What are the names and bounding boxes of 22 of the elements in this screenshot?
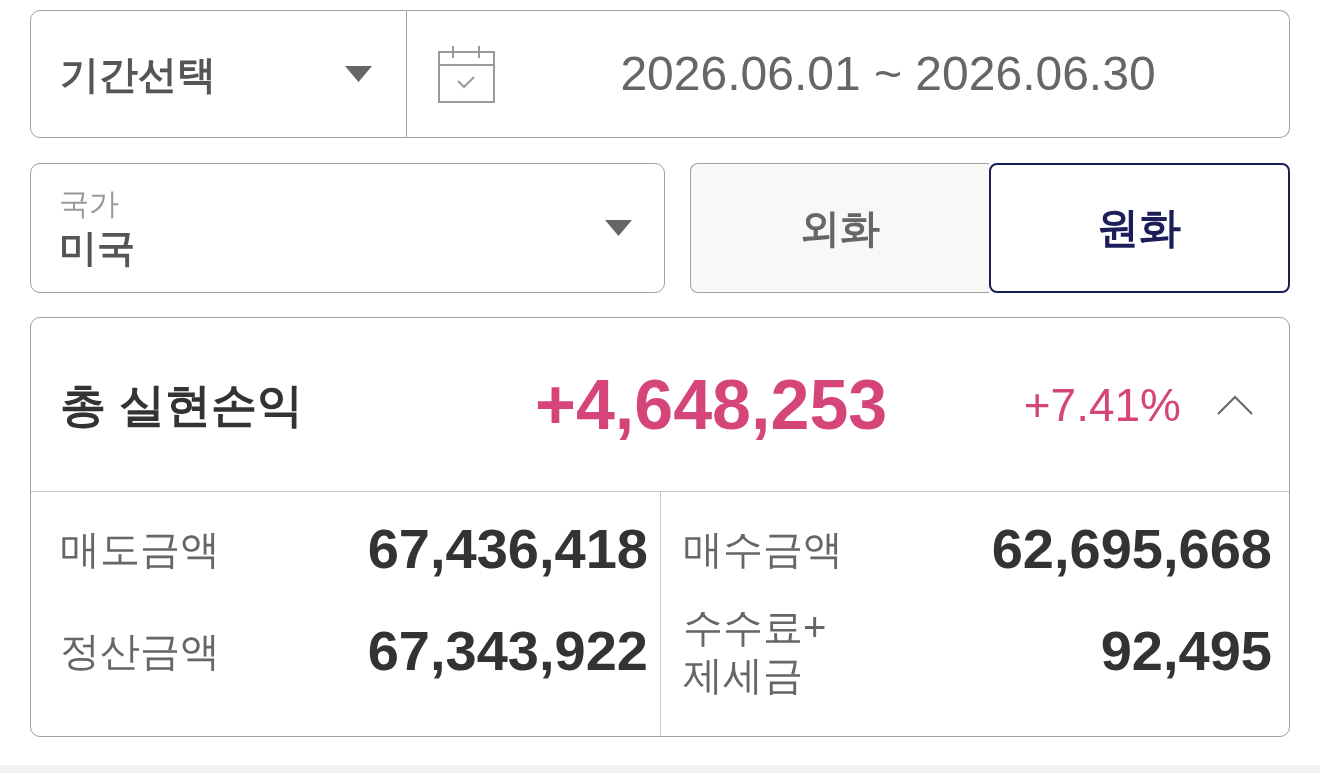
caret-down-icon xyxy=(605,220,632,236)
calendar-icon xyxy=(438,45,495,103)
summary-value: 92,495 xyxy=(1100,623,1272,679)
summary-value: 67,343,922 xyxy=(367,623,648,679)
summary-value: 62,695,668 xyxy=(991,521,1272,577)
field-label: 국가 xyxy=(59,189,119,219)
caret-down-icon xyxy=(345,66,372,82)
profit-rate: +7.41% xyxy=(1023,381,1181,428)
summary-label: 수수료+ 제세금 xyxy=(683,604,827,699)
country-select[interactable]: 국가 미국 xyxy=(30,163,665,293)
summary-title: 총 실현손익 xyxy=(60,381,303,428)
summary-label: 매도금액 xyxy=(60,526,220,573)
profit-amount: +4,648,253 xyxy=(535,369,888,440)
summary-label: 매수금액 xyxy=(683,526,843,573)
chevron-up-icon[interactable] xyxy=(1217,394,1253,415)
currency-tab[interactable]: 원화 xyxy=(988,163,1290,293)
summary-label: 정산금액 xyxy=(60,628,220,675)
summary-value: 67,436,418 xyxy=(367,521,648,577)
period-select[interactable]: 기간선택 xyxy=(30,10,407,138)
field-value: 미국 xyxy=(59,229,135,267)
currency-tab[interactable]: 외화 xyxy=(690,163,989,293)
date-range-field[interactable]: 2026.06.01 ~ 2026.06.30 xyxy=(407,10,1290,138)
